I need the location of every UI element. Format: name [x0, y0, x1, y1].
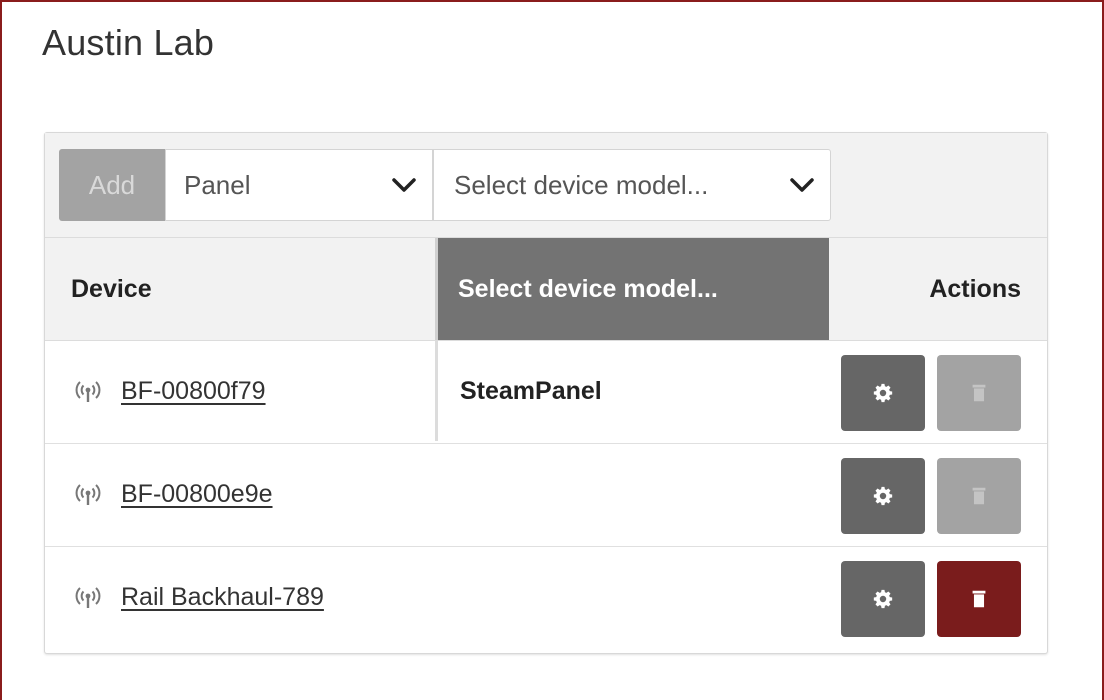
page-title: Austin Lab — [42, 22, 215, 63]
settings-button[interactable] — [841, 355, 925, 431]
device-link[interactable]: BF-00800e9e — [121, 480, 273, 509]
gear-icon — [873, 486, 893, 506]
device-model-placeholder: Select device model... — [454, 169, 709, 200]
chevron-down-icon — [392, 178, 416, 192]
wireless-signal-icon — [75, 484, 101, 505]
add-button[interactable]: Add — [59, 149, 165, 221]
trash-icon — [972, 487, 986, 505]
gear-icon — [873, 383, 893, 403]
add-device-toolbar: Add Panel Select device model... — [45, 133, 1047, 238]
table-row: BF-00800f79 SteamPanel — [45, 341, 1047, 444]
trash-icon — [972, 590, 986, 608]
devices-panel: Add Panel Select device model... Device … — [44, 132, 1048, 654]
column-header-model[interactable]: Select device model... — [435, 238, 829, 340]
device-cell: BF-00800f79 — [75, 341, 266, 441]
delete-button[interactable] — [937, 561, 1021, 637]
table-header: Device Select device model... Actions — [45, 238, 1047, 341]
device-cell: Rail Backhaul-789 — [75, 547, 324, 647]
wireless-signal-icon — [75, 381, 101, 402]
settings-button[interactable] — [841, 561, 925, 637]
column-header-device[interactable]: Device — [71, 238, 431, 340]
delete-button[interactable] — [937, 355, 1021, 431]
delete-button[interactable] — [937, 458, 1021, 534]
trash-icon — [972, 384, 986, 402]
device-type-select[interactable]: Panel — [165, 149, 433, 221]
model-cell: SteamPanel — [435, 341, 829, 441]
device-model-select[interactable]: Select device model... — [433, 149, 831, 221]
chevron-down-icon — [790, 178, 814, 192]
table-row: BF-00800e9e — [45, 444, 1047, 547]
gear-icon — [873, 589, 893, 609]
device-type-value: Panel — [184, 169, 251, 200]
device-link[interactable]: BF-00800f79 — [121, 377, 266, 406]
wireless-signal-icon — [75, 587, 101, 608]
device-cell: BF-00800e9e — [75, 444, 273, 544]
device-link[interactable]: Rail Backhaul-789 — [121, 583, 324, 612]
column-header-actions: Actions — [929, 274, 1021, 303]
settings-button[interactable] — [841, 458, 925, 534]
table-row: Rail Backhaul-789 — [45, 547, 1047, 649]
